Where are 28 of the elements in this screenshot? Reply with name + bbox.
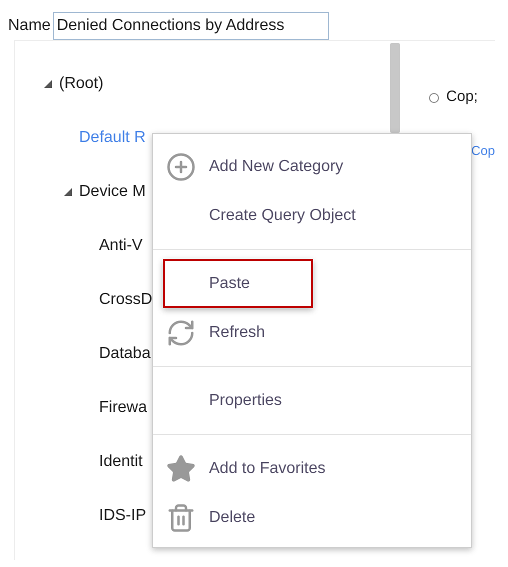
- tree-item[interactable]: CrossD: [99, 288, 152, 312]
- name-field[interactable]: Denied Connections by Address: [52, 12, 329, 40]
- tree-link[interactable]: Default R: [79, 126, 146, 150]
- radio-button[interactable]: [429, 92, 440, 102]
- menu-item[interactable]: Properties: [163, 376, 463, 425]
- trash-icon: [166, 502, 196, 532]
- name-label: Name: [8, 16, 51, 36]
- option-label[interactable]: Cop;: [446, 86, 478, 109]
- tree-item[interactable]: Databa: [99, 342, 151, 366]
- refresh-icon: [166, 318, 196, 348]
- option-link[interactable]: Cop: [471, 140, 495, 160]
- tree-item[interactable]: Identit: [99, 450, 143, 474]
- menu-item[interactable]: Delete: [163, 493, 463, 542]
- star-icon: [166, 454, 196, 484]
- plus-circle-icon: [166, 152, 196, 182]
- tree-item[interactable]: IDS-IP: [99, 504, 146, 528]
- expand-arrow-icon[interactable]: [43, 79, 53, 89]
- tree-item[interactable]: Device M: [79, 180, 146, 204]
- menu-item[interactable]: Paste: [163, 259, 313, 308]
- menu-item[interactable]: Add to Favorites: [163, 444, 463, 493]
- tree-item[interactable]: Firewa: [99, 396, 148, 420]
- menu-item[interactable]: Create Query Object: [163, 191, 463, 240]
- tree-item[interactable]: Anti-V: [99, 234, 143, 258]
- menu-item[interactable]: Add New Category: [163, 142, 463, 191]
- menu-item[interactable]: Refresh: [163, 308, 463, 357]
- expand-arrow-icon[interactable]: [63, 187, 73, 197]
- scrollbar-thumb[interactable]: [390, 43, 400, 133]
- tree-item[interactable]: (Root): [59, 72, 104, 96]
